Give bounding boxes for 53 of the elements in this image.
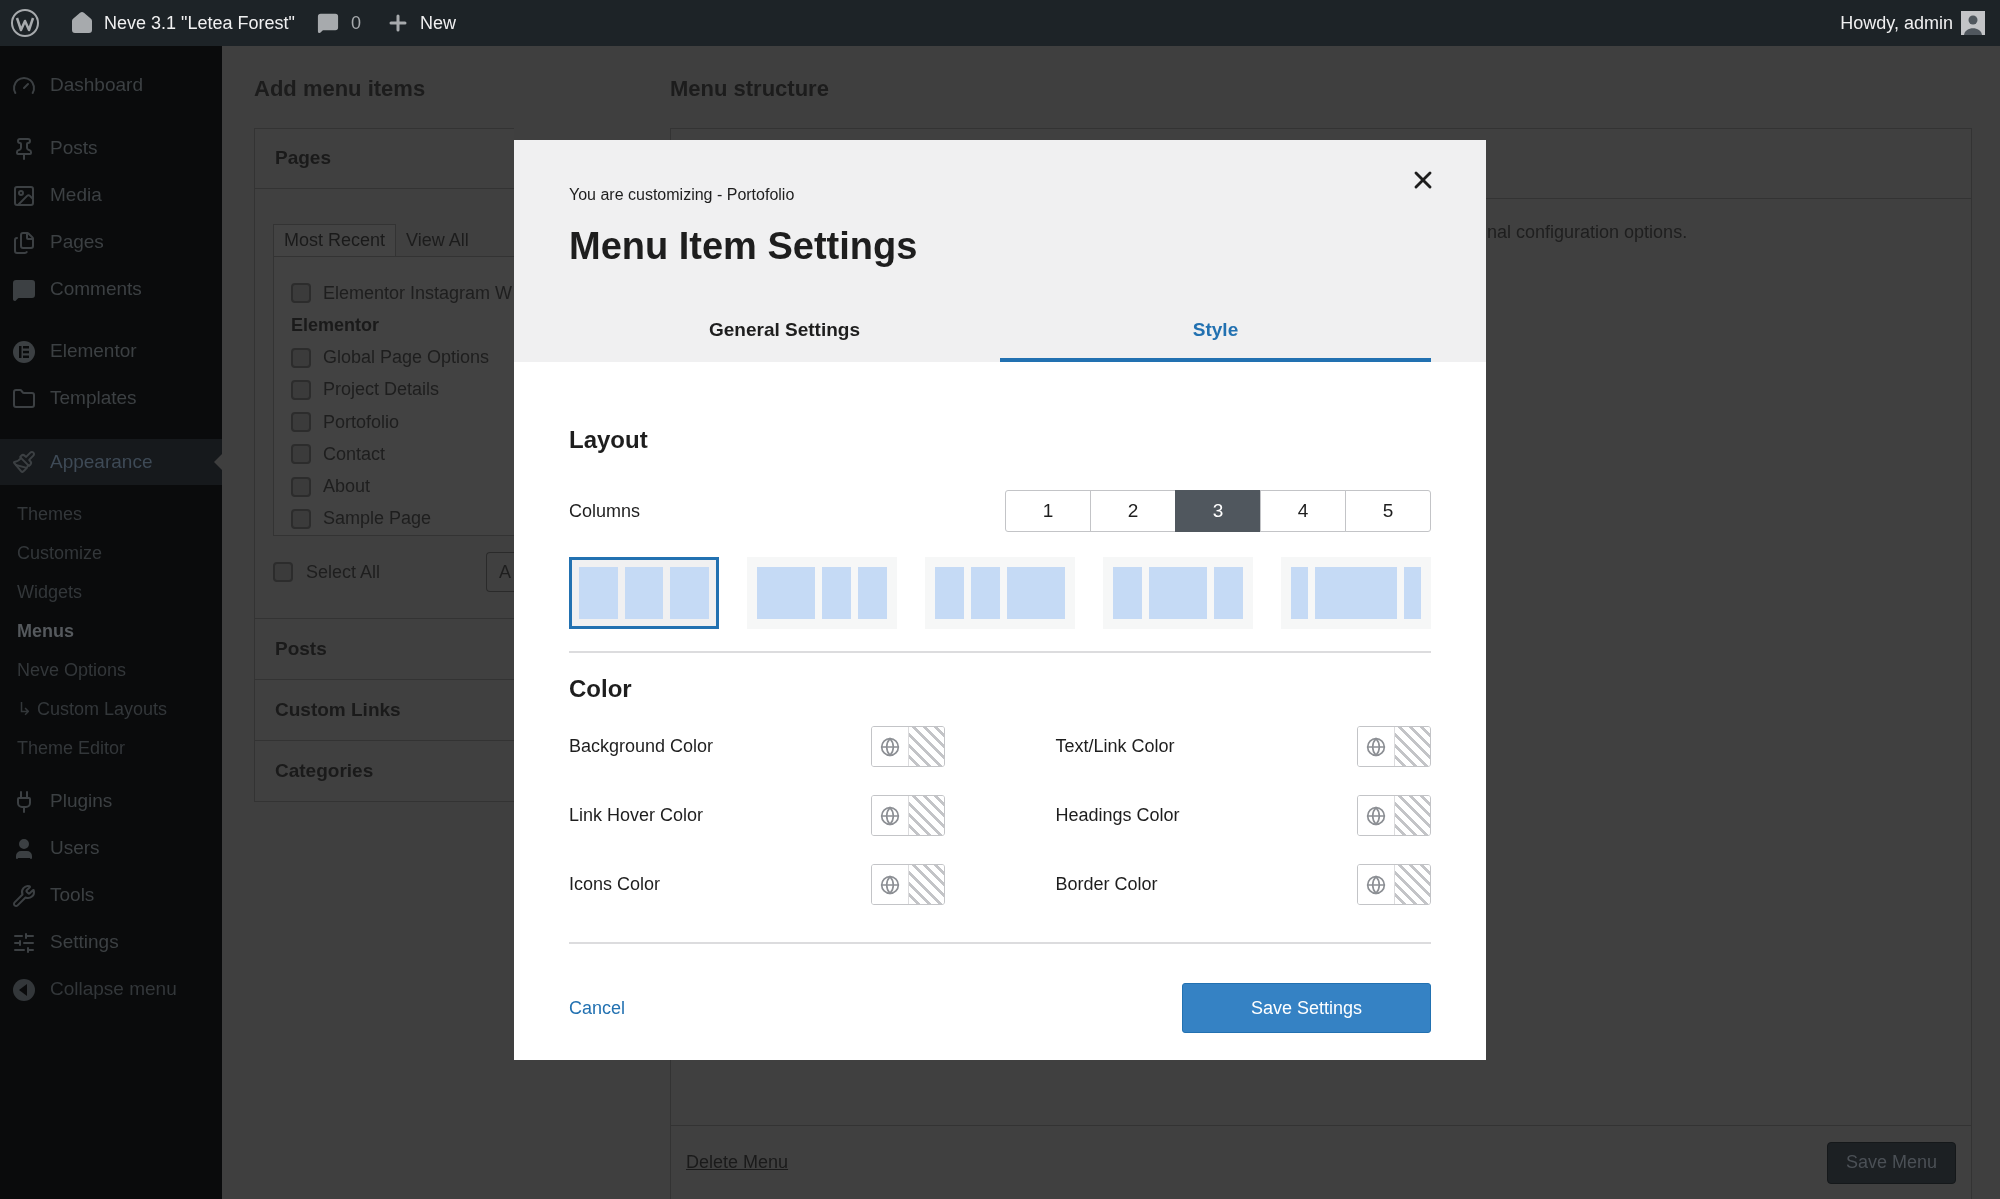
greeting-link[interactable]: Howdy, admin (1840, 9, 1953, 37)
color-label: Link Hover Color (569, 804, 704, 827)
column-count-option[interactable]: 3 (1175, 490, 1261, 532)
folder-icon (12, 386, 36, 411)
home-icon[interactable] (70, 11, 94, 35)
paintbrush-icon (12, 450, 36, 474)
submenu-item[interactable]: Menus (0, 612, 222, 651)
sidebar-item[interactable]: Appearance (0, 439, 222, 485)
comments-count[interactable]: 0 (350, 9, 361, 37)
color-label: Headings Color (1055, 804, 1180, 827)
color-swatch[interactable] (870, 795, 945, 836)
color-swatch[interactable] (1357, 726, 1431, 767)
color-label: Icons Color (569, 873, 661, 896)
column-count-option[interactable]: 1 (1005, 490, 1091, 532)
globe-icon (1366, 736, 1386, 757)
save-settings-button[interactable]: Save Settings (1182, 983, 1431, 1033)
comments-icon[interactable] (316, 12, 339, 34)
color-swatch[interactable] (870, 726, 945, 767)
elementor-icon (12, 339, 36, 364)
media-icon (12, 183, 36, 208)
context-text: You are customizing - Portofolio (569, 185, 796, 205)
new-link[interactable]: New (419, 9, 456, 37)
color-swatch[interactable] (1357, 795, 1431, 836)
wrench-icon (12, 883, 36, 908)
dialog-tab[interactable]: General Settings (569, 302, 1000, 362)
globe-icon (1366, 805, 1386, 826)
layout-preset[interactable] (569, 557, 719, 629)
column-count-option[interactable]: 2 (1090, 490, 1176, 532)
cancel-link[interactable]: Cancel (569, 994, 626, 1022)
logo-icon[interactable] (10, 8, 40, 38)
pages-icon (12, 230, 36, 255)
globe-icon (1366, 874, 1386, 895)
column-count-option[interactable]: 4 (1260, 490, 1346, 532)
globe-icon (879, 805, 900, 826)
color-label: Border Color (1055, 873, 1158, 896)
speech-bubble-icon (12, 277, 36, 302)
color-label: Text/Link Color (1055, 735, 1175, 758)
avatar-icon[interactable] (1961, 11, 1985, 35)
site-name-link[interactable]: Neve 3.1 "Letea Forest" (104, 9, 295, 37)
section-heading: Color (569, 674, 633, 704)
sliders-icon (12, 930, 36, 955)
color-label: Background Color (569, 735, 714, 758)
color-swatch[interactable] (1357, 864, 1431, 905)
collapse-icon (12, 977, 36, 1002)
color-swatch[interactable] (870, 864, 945, 905)
pointer-icon (214, 454, 222, 470)
columns-label: Columns (569, 499, 641, 523)
globe-icon (879, 736, 900, 757)
globe-icon (879, 874, 900, 895)
dialog-title: Menu Item Settings (569, 224, 919, 269)
section-heading: Layout (569, 425, 649, 455)
dialog-tab[interactable]: Style (1000, 302, 1431, 362)
column-count-option[interactable]: 5 (1345, 490, 1431, 532)
